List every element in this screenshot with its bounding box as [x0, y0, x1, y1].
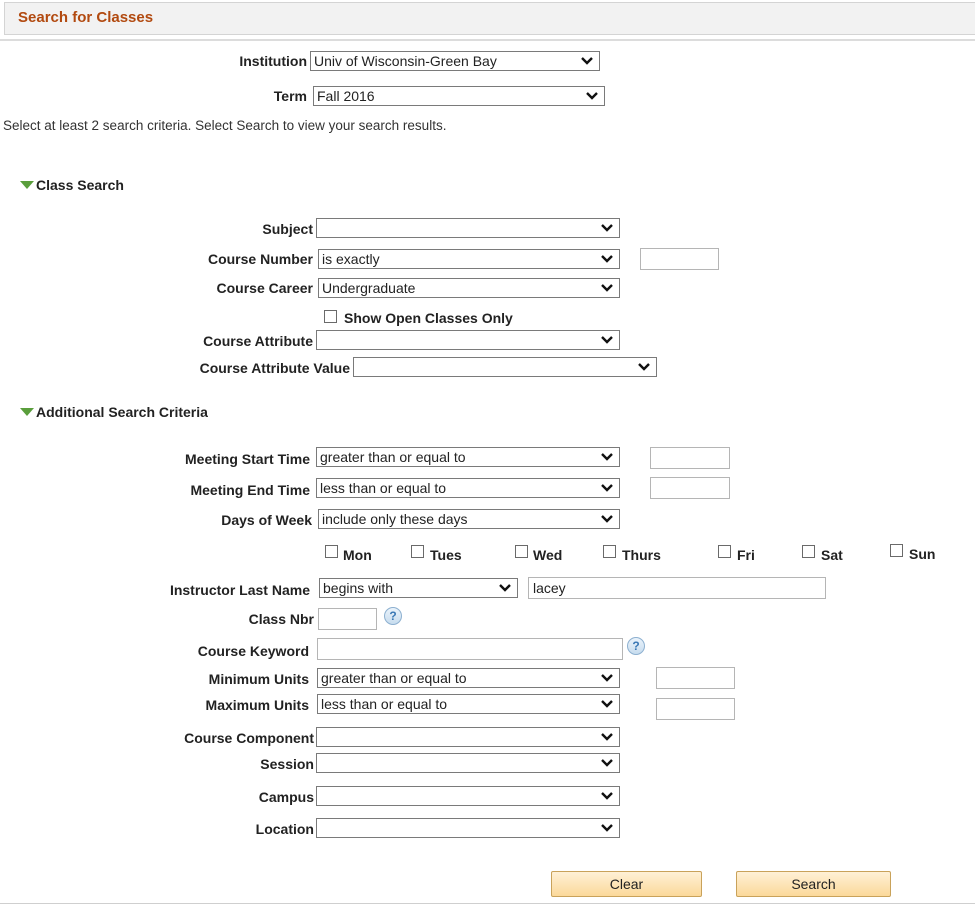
meeting-start-operator-select[interactable]: greater than or equal to: [316, 447, 620, 467]
course-component-select[interactable]: [316, 727, 620, 747]
course-attribute-value-label: Course Attribute Value: [199, 360, 350, 376]
chevron-down-icon: [601, 792, 613, 800]
instructor-last-name-label: Instructor Last Name: [169, 582, 310, 598]
maximum-units-label: Maximum Units: [205, 697, 309, 713]
day-checkbox-mon[interactable]: [325, 545, 338, 558]
meeting-end-label: Meeting End Time: [190, 482, 310, 498]
institution-value: Univ of Wisconsin-Green Bay: [314, 53, 497, 69]
class-nbr-input[interactable]: [318, 608, 377, 630]
class-search-title: Class Search: [36, 177, 124, 193]
day-checkbox-sat[interactable]: [802, 545, 815, 558]
term-label: Term: [273, 88, 307, 104]
course-component-label: Course Component: [184, 730, 314, 746]
course-attribute-select[interactable]: [316, 330, 620, 350]
course-career-select[interactable]: Undergraduate: [318, 278, 620, 298]
bottom-divider: [0, 903, 975, 904]
course-keyword-input[interactable]: [317, 638, 623, 660]
show-open-classes-checkbox[interactable]: [324, 310, 337, 323]
chevron-down-icon: [601, 224, 613, 232]
term-value: Fall 2016: [317, 88, 375, 104]
day-label-thurs: Thurs: [622, 547, 661, 563]
additional-criteria-section-header[interactable]: Additional Search Criteria: [20, 404, 208, 420]
day-checkbox-wed[interactable]: [515, 545, 528, 558]
expand-triangle-icon: [20, 408, 34, 416]
day-label-mon: Mon: [343, 547, 372, 563]
class-search-section-header[interactable]: Class Search: [20, 177, 124, 193]
chevron-down-icon: [638, 363, 650, 371]
chevron-down-icon: [601, 484, 613, 492]
chevron-down-icon: [601, 453, 613, 461]
session-select[interactable]: [316, 753, 620, 773]
chevron-down-icon: [581, 57, 593, 65]
subject-label: Subject: [262, 221, 313, 237]
day-label-wed: Wed: [533, 547, 563, 563]
chevron-down-icon: [586, 92, 598, 100]
maximum-units-input[interactable]: [656, 698, 735, 720]
day-checkbox-sun[interactable]: [890, 544, 903, 557]
instructor-operator-select[interactable]: begins with: [319, 578, 518, 598]
search-button[interactable]: Search: [736, 871, 891, 897]
chevron-down-icon: [601, 759, 613, 767]
header-divider: [0, 39, 975, 41]
meeting-start-input[interactable]: [650, 447, 730, 469]
minimum-units-operator-select[interactable]: greater than or equal to: [317, 668, 620, 688]
course-number-input[interactable]: [640, 248, 719, 270]
course-attribute-label: Course Attribute: [203, 333, 313, 349]
session-label: Session: [260, 756, 314, 772]
day-label-sun: Sun: [909, 546, 936, 562]
day-label-sat: Sat: [821, 547, 843, 563]
term-select[interactable]: Fall 2016: [313, 86, 605, 106]
meeting-end-operator-select[interactable]: less than or equal to: [316, 478, 620, 498]
chevron-down-icon: [601, 674, 613, 682]
subject-select[interactable]: [316, 218, 620, 238]
campus-label: Campus: [258, 789, 314, 805]
institution-label: Institution: [239, 53, 307, 69]
course-number-operator-select[interactable]: is exactly: [318, 249, 620, 269]
minimum-units-label: Minimum Units: [208, 671, 309, 687]
days-of-week-label: Days of Week: [221, 512, 312, 528]
show-open-classes-label: Show Open Classes Only: [344, 310, 513, 326]
day-label-fri: Fri: [737, 547, 755, 563]
day-checkbox-tues[interactable]: [411, 545, 424, 558]
meeting-end-input[interactable]: [650, 477, 730, 499]
location-label: Location: [255, 821, 314, 837]
chevron-down-icon: [601, 824, 613, 832]
chevron-down-icon: [601, 336, 613, 344]
chevron-down-icon: [601, 515, 613, 523]
chevron-down-icon: [601, 255, 613, 263]
meeting-start-label: Meeting Start Time: [185, 451, 310, 467]
clear-button[interactable]: Clear: [551, 871, 702, 897]
location-select[interactable]: [316, 818, 620, 838]
campus-select[interactable]: [316, 786, 620, 806]
days-of-week-operator-select[interactable]: include only these days: [318, 509, 620, 529]
maximum-units-operator-select[interactable]: less than or equal to: [317, 694, 620, 714]
instructor-last-name-input[interactable]: lacey: [528, 577, 826, 599]
class-nbr-label: Class Nbr: [248, 611, 314, 627]
help-icon[interactable]: ?: [627, 637, 645, 655]
page-title: Search for Classes: [18, 9, 154, 26]
chevron-down-icon: [601, 700, 613, 708]
instructions-text: Select at least 2 search criteria. Selec…: [3, 118, 447, 133]
course-attribute-value-select[interactable]: [353, 357, 657, 377]
course-keyword-label: Course Keyword: [197, 643, 309, 659]
chevron-down-icon: [601, 284, 613, 292]
chevron-down-icon: [499, 584, 511, 592]
day-label-tues: Tues: [430, 547, 462, 563]
day-checkbox-thurs[interactable]: [603, 545, 616, 558]
expand-triangle-icon: [20, 181, 34, 189]
institution-select[interactable]: Univ of Wisconsin-Green Bay: [310, 51, 600, 71]
course-career-label: Course Career: [216, 280, 314, 296]
course-number-label: Course Number: [207, 251, 313, 267]
day-checkbox-fri[interactable]: [718, 545, 731, 558]
minimum-units-input[interactable]: [656, 667, 735, 689]
chevron-down-icon: [601, 733, 613, 741]
additional-criteria-title: Additional Search Criteria: [36, 404, 208, 420]
help-icon[interactable]: ?: [384, 607, 402, 625]
